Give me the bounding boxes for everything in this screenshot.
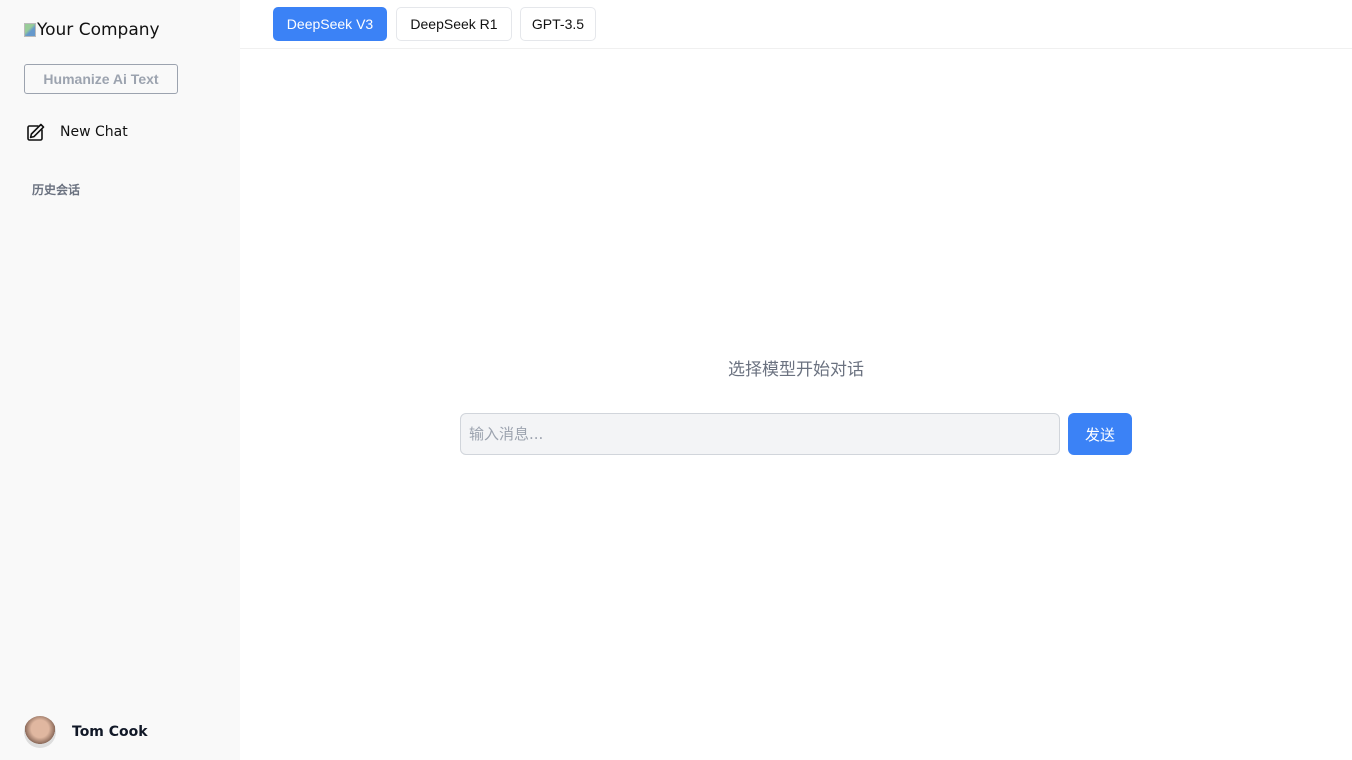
edit-icon xyxy=(27,123,45,141)
model-tab-deepseek-v3[interactable]: DeepSeek V3 xyxy=(273,7,387,41)
sidebar: Your Company Humanize Ai Text New Chat 历… xyxy=(0,0,240,760)
avatar xyxy=(24,716,56,748)
model-tab-gpt-3-5[interactable]: GPT-3.5 xyxy=(520,7,596,41)
user-profile[interactable]: Tom Cook xyxy=(24,716,148,748)
humanize-ai-text-button[interactable]: Humanize Ai Text xyxy=(24,64,178,94)
user-name: Tom Cook xyxy=(72,724,148,740)
company-logo[interactable]: Your Company xyxy=(24,20,160,40)
broken-image-icon xyxy=(24,23,36,37)
history-heading: 历史会话 xyxy=(32,183,81,197)
model-selector-bar: DeepSeek V3 DeepSeek R1 GPT-3.5 xyxy=(240,0,1352,49)
message-input[interactable] xyxy=(460,413,1060,455)
model-tab-deepseek-r1[interactable]: DeepSeek R1 xyxy=(396,7,512,41)
logo-alt-text: Your Company xyxy=(37,20,160,40)
empty-state-prompt: 选择模型开始对话 xyxy=(728,360,864,380)
new-chat-label: New Chat xyxy=(60,124,128,140)
new-chat-button[interactable]: New Chat xyxy=(24,120,128,144)
send-button[interactable]: 发送 xyxy=(1068,413,1132,455)
